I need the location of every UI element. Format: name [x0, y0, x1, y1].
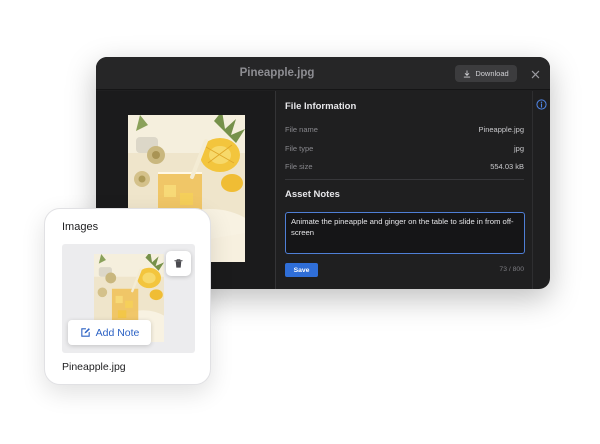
- download-icon: [464, 69, 471, 77]
- modal-title: Pineapple.jpg: [239, 67, 315, 79]
- character-count: 73 / 800: [499, 266, 524, 273]
- close-icon: [531, 70, 539, 78]
- info-icon[interactable]: [536, 99, 547, 110]
- section-divider: [285, 179, 524, 180]
- file-name-label: File name: [285, 125, 318, 134]
- add-note-label: Add Note: [95, 326, 140, 339]
- image-filename: Pineapple.jpg: [62, 361, 126, 373]
- download-label: Download: [475, 69, 509, 78]
- images-card: Images Add Note Pineapple.jpg: [44, 208, 211, 385]
- save-button[interactable]: Save: [285, 263, 318, 277]
- trash-icon: [174, 259, 183, 268]
- file-type-value: jpg: [513, 144, 524, 153]
- asset-notes-textarea[interactable]: Animate the pineapple and ginger on the …: [285, 212, 525, 254]
- card-title: Images: [62, 221, 99, 233]
- side-panel-strip: [532, 91, 550, 289]
- edit-icon: [80, 328, 90, 337]
- download-button[interactable]: Download: [455, 65, 517, 82]
- modal-header: Pineapple.jpg Download: [96, 57, 550, 90]
- file-type-label: File type: [285, 144, 314, 153]
- file-info-pane: File Information File name Pineapple.jpg…: [277, 91, 532, 289]
- file-size-label: File size: [285, 162, 313, 171]
- file-name-value: Pineapple.jpg: [478, 125, 524, 134]
- asset-notes-heading: Asset Notes: [285, 189, 340, 200]
- close-button[interactable]: [528, 67, 542, 81]
- add-note-button[interactable]: Add Note: [68, 320, 151, 345]
- file-size-value: 554.03 kB: [490, 162, 524, 171]
- delete-image-button[interactable]: [166, 251, 191, 276]
- file-information-heading: File Information: [285, 101, 357, 112]
